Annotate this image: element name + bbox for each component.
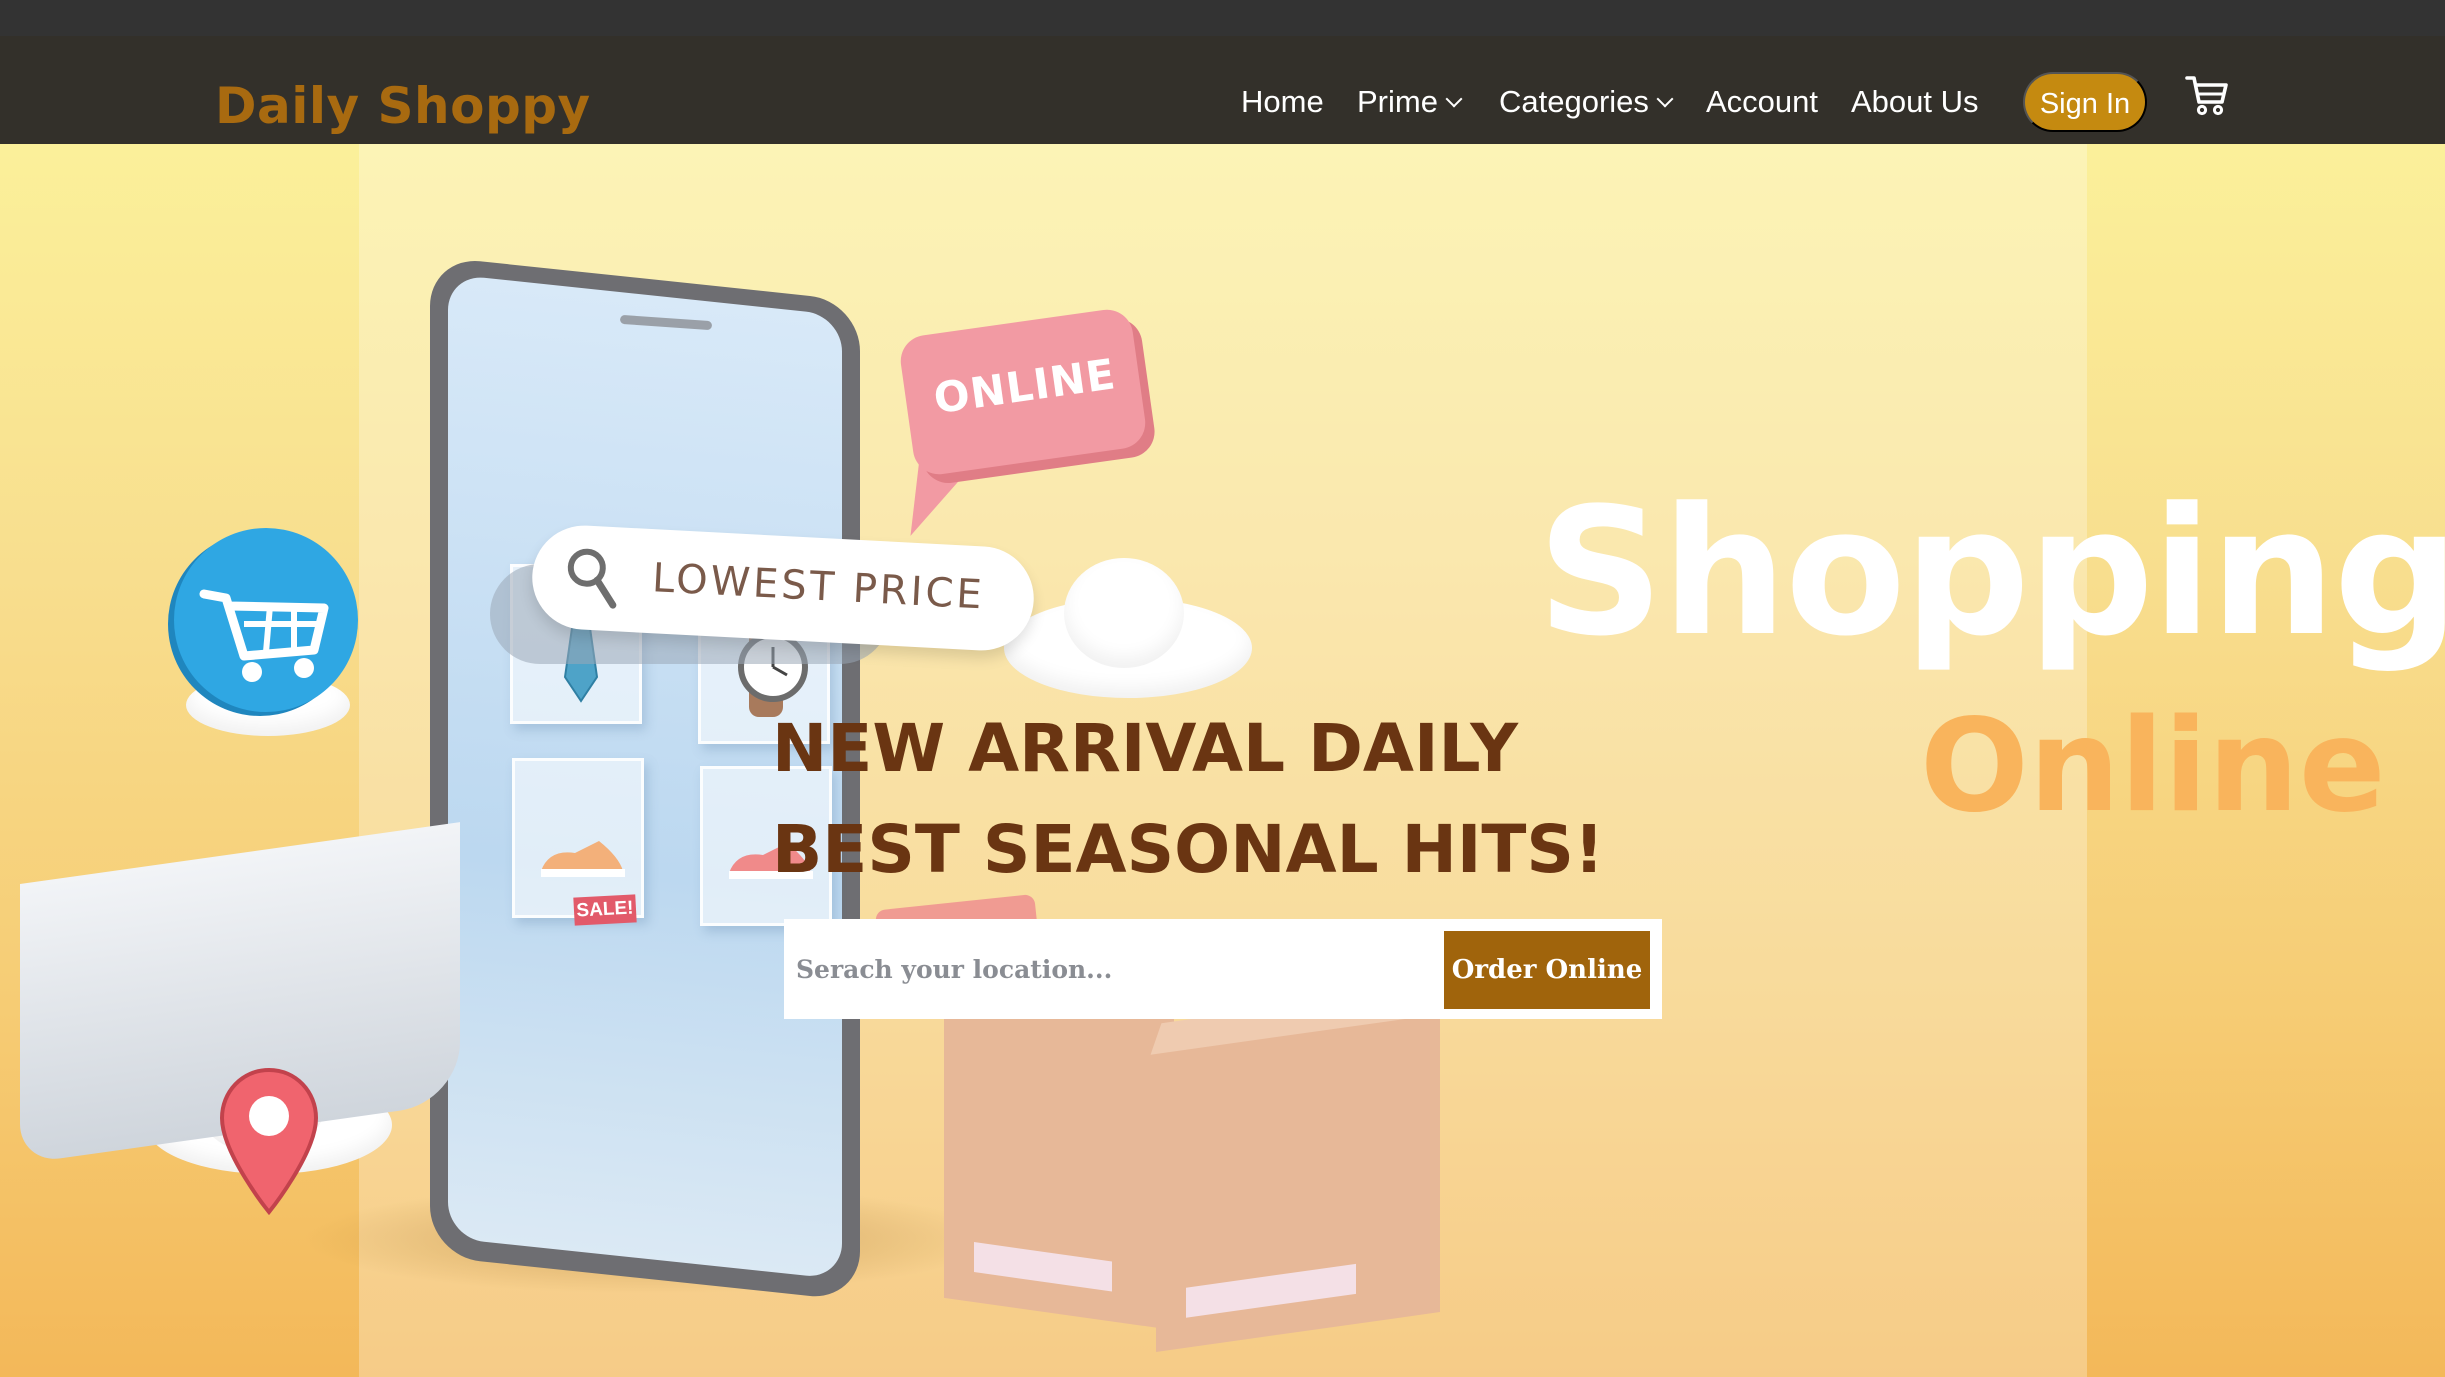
navbar: Daily Shoppy Home Prime Categories Accou…	[0, 36, 2445, 144]
hero-headline: NEW ARRIVAL DAILY BEST SEASONAL HITS!	[772, 698, 1604, 900]
chevron-down-icon	[1445, 90, 1463, 108]
nav-categories-dropdown[interactable]: Categories	[1499, 72, 1674, 132]
brand-logo[interactable]: Daily Shoppy	[215, 72, 591, 140]
shopping-cart-icon	[199, 589, 329, 682]
hero-title-online: Online	[1920, 692, 2386, 841]
shopping-cart-icon[interactable]	[2184, 72, 2230, 118]
hero-title-shopping: Shopping	[1537, 470, 2445, 675]
illustration-search-text: LOWEST PRICE	[651, 555, 986, 619]
chevron-down-icon	[1656, 90, 1674, 108]
order-form: Order Online	[784, 919, 1662, 1019]
order-online-button[interactable]: Order Online	[1444, 931, 1650, 1009]
bubble-text: ONLINE	[930, 349, 1119, 424]
parcel-box-illustration	[1150, 983, 1446, 1352]
location-search-input[interactable]	[796, 919, 1416, 1019]
nav-about-link[interactable]: About Us	[1851, 72, 1979, 132]
nav-prime-dropdown[interactable]: Prime	[1357, 72, 1463, 132]
browser-top-strip	[0, 0, 2445, 36]
nav-home-link[interactable]: Home	[1241, 72, 1324, 132]
hero-headline-line2: BEST SEASONAL HITS!	[772, 811, 1605, 888]
sale-tag: SALE!	[573, 894, 637, 926]
cart-badge-illustration	[174, 528, 358, 712]
hero-section: SALE! LOWEST PRICE ONLINE Shopping Onlin…	[0, 144, 2445, 1377]
nav-account-link[interactable]: Account	[1706, 72, 1818, 132]
parcel-box-illustration	[938, 940, 1180, 1331]
magnifier-icon	[567, 548, 617, 609]
location-pin-icon	[219, 1067, 319, 1216]
cloud-illustration	[1004, 558, 1252, 698]
sign-in-button[interactable]: Sign In	[2023, 72, 2147, 132]
nav-categories-label: Categories	[1499, 84, 1649, 119]
nav-prime-label: Prime	[1357, 84, 1438, 119]
hero-headline-line1: NEW ARRIVAL DAILY	[772, 710, 1519, 787]
